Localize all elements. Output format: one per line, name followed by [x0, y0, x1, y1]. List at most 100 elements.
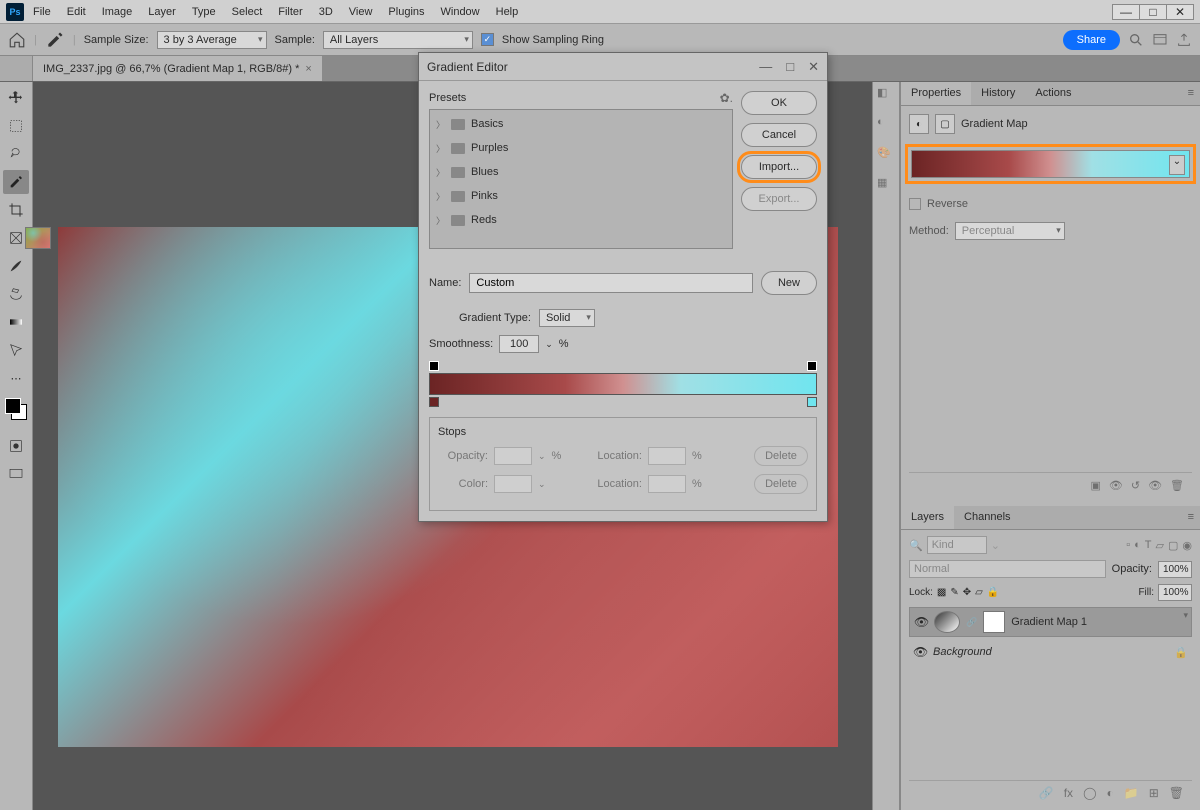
show-ring-checkbox[interactable]: ✓: [481, 33, 494, 46]
layer-new-icon[interactable]: ⊞: [1149, 786, 1159, 800]
link-layers-icon[interactable]: 🔗: [1039, 786, 1054, 800]
opacity-value[interactable]: 100%: [1158, 561, 1192, 578]
menu-select[interactable]: Select: [225, 4, 270, 20]
menu-3d[interactable]: 3D: [312, 4, 340, 20]
preset-folder-purples[interactable]: 〉Purples: [432, 136, 730, 160]
fill-value[interactable]: 100%: [1158, 584, 1192, 601]
filter-smart-icon[interactable]: ▢: [1168, 539, 1178, 552]
lock-art-icon[interactable]: ▱: [975, 587, 983, 598]
brush-tool[interactable]: [3, 254, 29, 278]
eyedropper-icon[interactable]: [45, 30, 65, 50]
opacity-stop-input[interactable]: [494, 447, 532, 465]
color-delete-button[interactable]: Delete: [754, 474, 808, 494]
panel-icon-1[interactable]: ◧: [877, 86, 895, 104]
ok-button[interactable]: OK: [741, 91, 817, 115]
marquee-tool[interactable]: [3, 114, 29, 138]
gradient-tool[interactable]: [3, 310, 29, 334]
color-location-input[interactable]: [648, 475, 686, 493]
method-select[interactable]: Perceptual: [955, 222, 1065, 240]
move-tool[interactable]: [3, 86, 29, 110]
search-icon[interactable]: [1128, 32, 1144, 48]
clone-tool[interactable]: [3, 282, 29, 306]
layer-background[interactable]: 👁 Background 🔒: [909, 637, 1192, 667]
color-swatches[interactable]: [5, 398, 27, 420]
new-button[interactable]: New: [761, 271, 817, 295]
dialog-maximize[interactable]: □: [786, 59, 794, 75]
path-tool[interactable]: [3, 338, 29, 362]
preset-folder-blues[interactable]: 〉Blues: [432, 160, 730, 184]
color-stop-left[interactable]: [429, 397, 439, 407]
screenmode-tool[interactable]: [3, 462, 29, 486]
filter-type-icon[interactable]: T: [1145, 539, 1152, 551]
export-button[interactable]: Export...: [741, 187, 817, 211]
filter-shape-icon[interactable]: ▱: [1156, 539, 1164, 552]
clip-icon[interactable]: ▣: [1090, 479, 1100, 492]
opacity-delete-button[interactable]: Delete: [754, 446, 808, 466]
dialog-titlebar[interactable]: Gradient Editor — □ ✕: [419, 53, 827, 81]
fx-icon[interactable]: fx: [1064, 786, 1073, 800]
sample-size-select[interactable]: 3 by 3 Average: [157, 31, 267, 49]
workspace-icon[interactable]: [1152, 32, 1168, 48]
filter-toggle[interactable]: ◉: [1182, 539, 1192, 552]
quickmask-tool[interactable]: [3, 434, 29, 458]
reverse-checkbox[interactable]: [909, 198, 921, 210]
presets-list[interactable]: 〉Basics 〉Purples 〉Blues 〉Pinks 〉Reds: [429, 109, 733, 249]
tab-actions[interactable]: Actions: [1025, 82, 1081, 105]
tab-properties[interactable]: Properties: [901, 82, 971, 105]
blend-mode-select[interactable]: Normal: [909, 560, 1106, 578]
export-icon[interactable]: [1176, 32, 1192, 48]
cancel-button[interactable]: Cancel: [741, 123, 817, 147]
lock-paint-icon[interactable]: ✎: [950, 587, 958, 598]
crop-tool[interactable]: [3, 198, 29, 222]
layers-menu-icon[interactable]: ≡: [1182, 506, 1200, 529]
layer-trash-icon[interactable]: 🗑: [1169, 786, 1184, 800]
mask-new-icon[interactable]: ◯: [1083, 786, 1096, 800]
tab-layers[interactable]: Layers: [901, 506, 954, 529]
eyedropper-tool[interactable]: [3, 170, 29, 194]
name-input[interactable]: [469, 273, 753, 293]
layer-visibility-icon[interactable]: 👁: [913, 645, 927, 659]
menu-type[interactable]: Type: [185, 4, 223, 20]
window-minimize[interactable]: —: [1112, 4, 1140, 20]
more-tools[interactable]: ⋯: [3, 366, 29, 390]
tab-history[interactable]: History: [971, 82, 1025, 105]
panel-icon-2[interactable]: ◐: [877, 116, 895, 134]
document-tab[interactable]: IMG_2337.jpg @ 66,7% (Gradient Map 1, RG…: [33, 56, 322, 81]
layer-mask-thumb[interactable]: [983, 611, 1005, 633]
color-stop-right[interactable]: [807, 397, 817, 407]
smoothness-input[interactable]: 100: [499, 335, 539, 353]
lasso-tool[interactable]: [3, 142, 29, 166]
menu-plugins[interactable]: Plugins: [381, 4, 431, 20]
panel-icon-3[interactable]: 🎨: [877, 146, 895, 164]
menu-view[interactable]: View: [342, 4, 380, 20]
dialog-close[interactable]: ✕: [808, 59, 819, 75]
menu-edit[interactable]: Edit: [60, 4, 93, 20]
close-tab-icon[interactable]: ×: [305, 63, 311, 75]
panel-icon-4[interactable]: ▦: [877, 176, 895, 194]
presets-gear-icon[interactable]: ✿.: [720, 91, 733, 105]
reset-icon[interactable]: ↺: [1131, 479, 1140, 492]
visibility-icon[interactable]: 👁: [1148, 479, 1162, 492]
adjustment-new-icon[interactable]: ◐: [1107, 786, 1114, 800]
panel-menu-icon[interactable]: ≡: [1182, 82, 1200, 105]
window-maximize[interactable]: □: [1139, 4, 1167, 20]
menu-help[interactable]: Help: [489, 4, 526, 20]
share-button[interactable]: Share: [1063, 30, 1120, 50]
trash-icon[interactable]: 🗑: [1170, 479, 1184, 492]
menu-file[interactable]: File: [26, 4, 58, 20]
opacity-location-input[interactable]: [648, 447, 686, 465]
gradient-type-select[interactable]: Solid: [539, 309, 595, 327]
color-stop-swatch[interactable]: [494, 475, 532, 493]
menu-window[interactable]: Window: [434, 4, 487, 20]
lock-pos-icon[interactable]: ✥: [963, 587, 971, 598]
lock-icon[interactable]: 🔒: [1174, 646, 1188, 659]
import-button[interactable]: Import...: [741, 155, 817, 179]
menu-image[interactable]: Image: [95, 4, 140, 20]
lock-all-icon[interactable]: 🔒: [987, 587, 999, 598]
view-prev-icon[interactable]: 👁: [1109, 479, 1123, 492]
layer-name[interactable]: Gradient Map 1: [1011, 616, 1087, 628]
layer-visibility-icon[interactable]: 👁: [914, 615, 928, 629]
preset-folder-reds[interactable]: 〉Reds: [432, 208, 730, 232]
lock-trans-icon[interactable]: ▩: [937, 587, 946, 598]
group-new-icon[interactable]: 📁: [1124, 786, 1139, 800]
